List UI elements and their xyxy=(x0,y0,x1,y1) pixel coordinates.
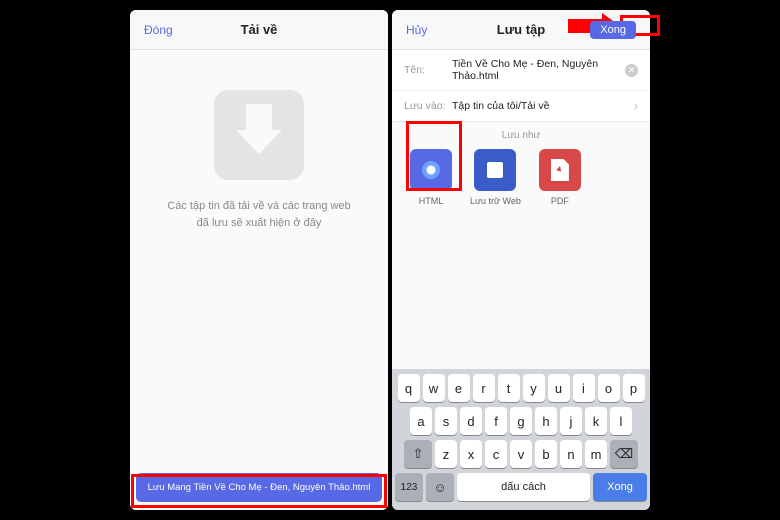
key-emoji[interactable]: ☺ xyxy=(426,473,454,501)
key-shift[interactable]: ⇧ xyxy=(404,440,432,468)
filename-row[interactable]: Tên: Tiền Về Cho Mẹ - Đen, Nguyên Thảo.h… xyxy=(392,50,650,91)
key-c[interactable]: c xyxy=(485,440,507,468)
savein-label: Lưu vào: xyxy=(404,100,452,112)
format-html[interactable]: HTML xyxy=(410,149,452,206)
format-webarchive[interactable]: Lưu trữ Web xyxy=(470,149,521,206)
format-pdf-label: PDF xyxy=(551,196,569,206)
key-g[interactable]: g xyxy=(510,407,532,435)
key-y[interactable]: y xyxy=(523,374,545,402)
empty-line1: Các tập tin đã tải về và các trang web xyxy=(167,198,350,215)
format-pdf[interactable]: PDF xyxy=(539,149,581,206)
key-w[interactable]: w xyxy=(423,374,445,402)
key-d[interactable]: d xyxy=(460,407,482,435)
key-f[interactable]: f xyxy=(485,407,507,435)
savein-row[interactable]: Lưu vào: Tập tin của tôi/Tải về › xyxy=(392,91,650,122)
key-o[interactable]: o xyxy=(598,374,620,402)
download-toast-wrap: Lưu Mang Tiền Về Cho Mẹ - Đen, Nguyên Th… xyxy=(130,467,388,510)
save-file-screen: Hủy Lưu tập Xong Tên: Tiền Về Cho Mẹ - Đ… xyxy=(392,10,650,510)
save-as-label: Lưu như xyxy=(404,130,638,141)
downloads-empty-state: Các tập tin đã tải về và các trang web đ… xyxy=(130,50,388,467)
key-r[interactable]: r xyxy=(473,374,495,402)
key-m[interactable]: m xyxy=(585,440,607,468)
key-t[interactable]: t xyxy=(498,374,520,402)
download-toast-button[interactable]: Lưu Mang Tiền Về Cho Mẹ - Đen, Nguyên Th… xyxy=(136,473,382,502)
keyboard: qwertyuiop asdfghjkl ⇧ zxcvbnm ⌫ 123 ☺ d… xyxy=(392,369,650,510)
key-q[interactable]: q xyxy=(398,374,420,402)
key-v[interactable]: v xyxy=(510,440,532,468)
close-button[interactable]: Đóng xyxy=(144,23,173,37)
key-done[interactable]: Xong xyxy=(593,473,647,501)
key-space[interactable]: dấu cách xyxy=(457,473,590,501)
header: Đóng Tải về xyxy=(130,10,388,50)
pdf-icon xyxy=(539,149,581,191)
key-a[interactable]: a xyxy=(410,407,432,435)
download-icon xyxy=(214,90,304,180)
kb-row2: asdfghjkl xyxy=(395,407,647,435)
key-h[interactable]: h xyxy=(535,407,557,435)
key-l[interactable]: l xyxy=(610,407,632,435)
done-button[interactable]: Xong xyxy=(590,21,636,39)
filename-input[interactable]: Tiền Về Cho Mẹ - Đen, Nguyên Thảo.html xyxy=(452,58,625,82)
kb-row3: ⇧ zxcvbnm ⌫ xyxy=(395,440,647,468)
key-k[interactable]: k xyxy=(585,407,607,435)
kb-row4: 123 ☺ dấu cách Xong xyxy=(395,473,647,501)
key-backspace[interactable]: ⌫ xyxy=(610,440,638,468)
key-j[interactable]: j xyxy=(560,407,582,435)
key-z[interactable]: z xyxy=(435,440,457,468)
savein-value: Tập tin của tôi/Tải về xyxy=(452,100,634,112)
cancel-button[interactable]: Hủy xyxy=(406,23,427,37)
key-b[interactable]: b xyxy=(535,440,557,468)
kb-row1: qwertyuiop xyxy=(395,374,647,402)
webarchive-icon xyxy=(474,149,516,191)
format-html-label: HTML xyxy=(419,196,444,206)
chevron-right-icon: › xyxy=(634,99,638,113)
key-n[interactable]: n xyxy=(560,440,582,468)
empty-line2: đã lưu sẽ xuất hiện ở đây xyxy=(167,215,350,232)
key-x[interactable]: x xyxy=(460,440,482,468)
file-fields: Tên: Tiền Về Cho Mẹ - Đen, Nguyên Thảo.h… xyxy=(392,50,650,122)
downloads-screen: Đóng Tải về Các tập tin đã tải về và các… xyxy=(130,10,388,510)
html-icon xyxy=(410,149,452,191)
empty-text: Các tập tin đã tải về và các trang web đ… xyxy=(149,198,368,231)
key-i[interactable]: i xyxy=(573,374,595,402)
format-web-label: Lưu trữ Web xyxy=(470,196,521,206)
key-123[interactable]: 123 xyxy=(395,473,423,501)
key-u[interactable]: u xyxy=(548,374,570,402)
filename-label: Tên: xyxy=(404,64,452,76)
key-e[interactable]: e xyxy=(448,374,470,402)
key-p[interactable]: p xyxy=(623,374,645,402)
format-options: HTML Lưu trữ Web PDF xyxy=(404,149,638,206)
clear-icon[interactable]: ✕ xyxy=(625,64,638,77)
save-as-section: Lưu như HTML Lưu trữ Web PDF xyxy=(392,122,650,206)
key-s[interactable]: s xyxy=(435,407,457,435)
